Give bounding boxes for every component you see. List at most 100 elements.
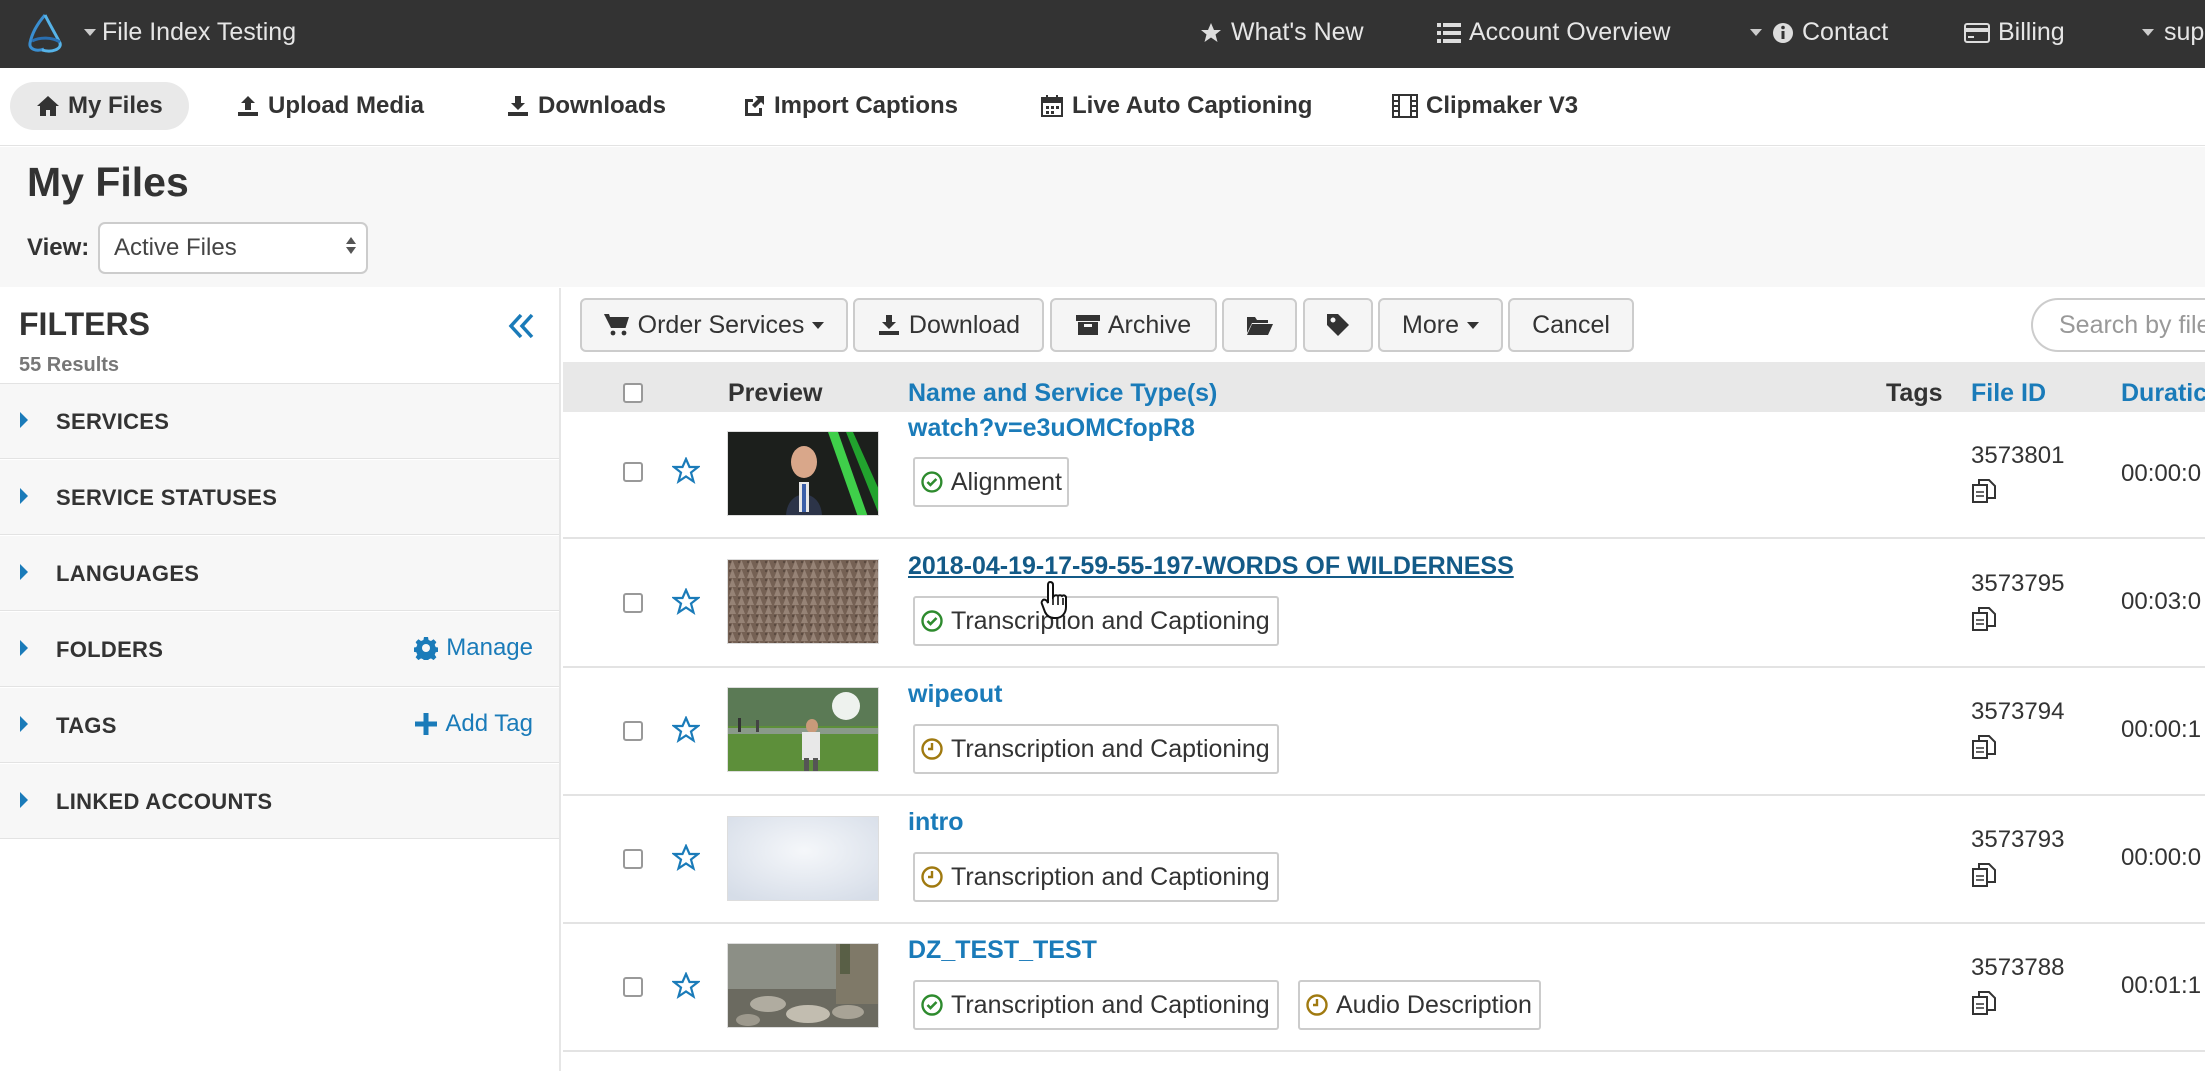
filter-folders[interactable]: FOLDERS Manage (0, 612, 559, 687)
file-name-link[interactable]: 2018-04-19-17-59-55-197-WORDS OF WILDERN… (908, 552, 1514, 581)
video-thumbnail[interactable] (727, 943, 879, 1028)
calendar-icon (1041, 95, 1063, 117)
caret-down-icon (1466, 321, 1479, 329)
filter-tags[interactable]: TAGS Add Tag (0, 688, 559, 763)
order-services-button[interactable]: Order Services (580, 298, 848, 352)
tab-import-captions[interactable]: Import Captions (716, 82, 984, 130)
row-checkbox[interactable] (623, 593, 643, 613)
intro-thumbnail-image (728, 817, 878, 900)
tab-downloads[interactable]: Downloads (480, 82, 692, 130)
row-checkbox[interactable] (623, 849, 643, 869)
file-name-link[interactable]: DZ_TEST_TEST (908, 936, 1097, 965)
archive-icon (1075, 315, 1100, 335)
add-tag-link[interactable]: Add Tag (415, 710, 533, 738)
manage-folders-link[interactable]: Manage (414, 634, 533, 662)
clock-icon (921, 866, 943, 888)
move-to-folder-button[interactable] (1222, 298, 1297, 352)
service-badge[interactable]: Transcription and Captioning (913, 852, 1279, 902)
billing-link[interactable]: Billing (1964, 18, 2065, 47)
star-outline-icon[interactable] (672, 844, 700, 872)
duration: 00:03:0 (2121, 588, 2202, 615)
copy-icon[interactable] (1971, 478, 1997, 504)
tab-upload-media[interactable]: Upload Media (210, 82, 450, 130)
account-switcher[interactable]: File Index Testing (84, 18, 296, 47)
table-row[interactable]: 2018-04-19-17-59-55-197-WORDS OF WILDERN… (563, 540, 2205, 668)
service-badge[interactable]: Transcription and Captioning (913, 980, 1279, 1030)
filters-title: FILTERS (19, 306, 150, 342)
download-button[interactable]: Download (853, 298, 1044, 352)
field-thumbnail-image (728, 688, 878, 771)
presenter-thumbnail-image (728, 432, 878, 515)
list-icon (1437, 22, 1461, 43)
file-id: 3573801 (1971, 442, 2065, 469)
col-file-id-sort[interactable]: File ID (1971, 379, 2046, 408)
tab-my-files[interactable]: My Files (10, 82, 189, 130)
whats-new-link[interactable]: What's New (1199, 18, 1364, 47)
caret-right-icon (20, 412, 28, 428)
more-button[interactable]: More (1378, 298, 1503, 352)
file-name-link[interactable]: watch?v=e3uOMCfopR8 (908, 414, 1195, 443)
tab-clipmaker[interactable]: Clipmaker V3 (1366, 82, 1604, 130)
copy-icon[interactable] (1971, 990, 1997, 1016)
video-thumbnail[interactable] (727, 687, 879, 772)
tag-button[interactable] (1303, 298, 1373, 352)
table-row[interactable]: intro Transcription and Captioning 35737… (563, 796, 2205, 924)
col-name-sort[interactable]: Name and Service Type(s) (908, 379, 1217, 408)
plus-icon (415, 713, 438, 735)
account-overview-link[interactable]: Account Overview (1437, 18, 1670, 47)
user-menu[interactable]: sup (2142, 18, 2204, 47)
file-name-link[interactable]: intro (908, 808, 964, 837)
video-thumbnail[interactable] (727, 559, 879, 644)
files-toolbar: Order Services Download Archive More Can… (563, 288, 2205, 362)
row-checkbox[interactable] (623, 977, 643, 997)
caret-down-icon (84, 29, 96, 36)
clock-icon (921, 738, 943, 760)
duration: 00:00:0 (2121, 460, 2202, 487)
cancel-button[interactable]: Cancel (1508, 298, 1634, 352)
brand-logo-icon[interactable] (20, 9, 70, 59)
select-all-checkbox[interactable] (623, 383, 643, 403)
duration: 00:00:1 (2121, 716, 2202, 743)
table-row[interactable]: wipeout Transcription and Captioning 357… (563, 668, 2205, 796)
filter-service-statuses[interactable]: SERVICE STATUSES (0, 460, 559, 535)
copy-icon[interactable] (1971, 606, 1997, 632)
service-badge[interactable]: Transcription and Captioning (913, 724, 1279, 774)
copy-icon[interactable] (1971, 862, 1997, 888)
filter-linked-accounts[interactable]: LINKED ACCOUNTS (0, 764, 559, 839)
star-icon (1201, 22, 1221, 42)
tab-live-auto-captioning[interactable]: Live Auto Captioning (1014, 82, 1338, 130)
archive-button[interactable]: Archive (1050, 298, 1217, 352)
star-outline-icon[interactable] (672, 457, 700, 485)
clock-icon (1306, 994, 1328, 1016)
check-circle-icon (921, 994, 943, 1016)
forest-aerial-thumbnail-image (728, 560, 878, 643)
home-icon (37, 96, 59, 116)
copy-icon[interactable] (1971, 734, 1997, 760)
file-name-link[interactable]: wipeout (908, 680, 1002, 709)
video-thumbnail[interactable] (727, 816, 879, 901)
sub-navbar: My Files Upload Media Downloads Import C… (0, 68, 2205, 146)
search-input[interactable]: Search by file (2031, 298, 2205, 352)
double-chevron-left-icon[interactable] (505, 310, 537, 342)
caret-right-icon (20, 488, 28, 504)
table-row[interactable]: DZ_TEST_TEST Transcription and Captionin… (563, 924, 2205, 1052)
service-badge[interactable]: Alignment (913, 457, 1069, 507)
check-circle-icon (921, 610, 943, 632)
star-outline-icon[interactable] (672, 588, 700, 616)
star-outline-icon[interactable] (672, 972, 700, 1000)
filter-services[interactable]: SERVICES (0, 384, 559, 459)
download-icon (508, 96, 528, 116)
tag-icon (1327, 314, 1349, 336)
row-checkbox[interactable] (623, 462, 643, 482)
table-row[interactable]: watch?v=e3uOMCfopR8 Alignment 3573801 00… (563, 412, 2205, 539)
video-thumbnail[interactable] (727, 431, 879, 516)
contact-menu[interactable]: Contact (1750, 18, 1888, 47)
col-duration-sort[interactable]: Duratic (2121, 379, 2205, 408)
credit-card-icon (1964, 22, 1990, 43)
service-badge[interactable]: Transcription and Captioning (913, 596, 1279, 646)
service-badge[interactable]: Audio Description (1298, 980, 1541, 1030)
view-select[interactable]: Active Files (98, 222, 368, 274)
star-outline-icon[interactable] (672, 716, 700, 744)
filter-languages[interactable]: LANGUAGES (0, 536, 559, 611)
row-checkbox[interactable] (623, 721, 643, 741)
